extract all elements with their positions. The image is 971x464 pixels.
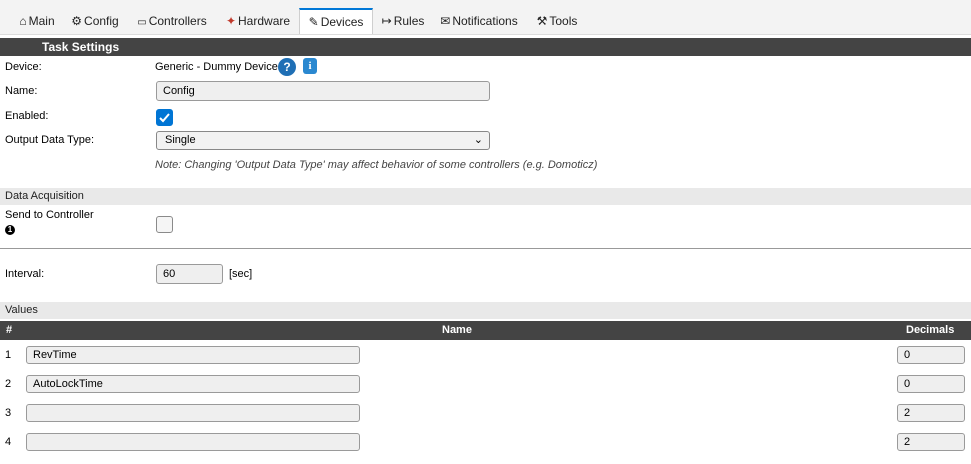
interval-unit: [sec] — [229, 268, 253, 280]
tab-label: Rules — [393, 14, 425, 28]
checkmark-icon — [159, 113, 170, 123]
col-num: # — [6, 324, 13, 336]
gear-icon: ⚙ — [71, 14, 83, 28]
tab-label: Main — [28, 14, 55, 28]
value-name-input[interactable]: AutoLockTime — [26, 375, 360, 393]
divider — [0, 248, 971, 249]
row-number: 3 — [5, 407, 12, 419]
pencil-icon: ✎ — [308, 15, 319, 29]
tab-label: Config — [84, 14, 119, 28]
arrow-icon: ↦ — [381, 14, 392, 28]
col-name: Name — [442, 324, 472, 336]
section-title: Values — [5, 304, 38, 316]
device-value: Generic - Dummy Device — [155, 61, 278, 73]
envelope-icon: ✉ — [440, 14, 451, 28]
output-type-value: Single — [165, 134, 196, 146]
value-decimals-input[interactable]: 2 — [897, 404, 965, 422]
tab-notifications[interactable]: ✉ Notifications — [438, 9, 520, 33]
info-icon[interactable]: i — [303, 58, 317, 74]
tab-bar: ⌂ Main ⚙ Config ▭ Controllers ✦ Hardware ✎ De… — [0, 0, 971, 35]
value-decimals-input[interactable]: 0 — [897, 375, 965, 393]
interval-input[interactable]: 60 — [156, 264, 223, 284]
name-label: Name: — [5, 85, 38, 97]
controller-number-icon: 1 — [5, 225, 15, 235]
values-header: Values — [0, 302, 971, 319]
tab-label: Notifications — [452, 14, 518, 28]
enabled-checkbox[interactable] — [156, 109, 173, 126]
tab-rules[interactable]: ↦ Rules — [380, 9, 426, 33]
pin-icon: ✦ — [225, 14, 237, 28]
wrench-icon: ⚒ — [536, 14, 548, 28]
output-type-select[interactable]: Single ⌄ — [156, 131, 490, 150]
tab-label: Controllers — [148, 14, 207, 28]
value-decimals-input[interactable]: 0 — [897, 346, 965, 364]
row-number: 4 — [5, 436, 12, 448]
data-acquisition-header: Data Acquisition — [0, 188, 971, 205]
task-settings-header: Task Settings — [0, 38, 971, 56]
name-input[interactable]: Config — [156, 81, 490, 101]
tab-main[interactable]: ⌂ Main — [14, 9, 60, 33]
interval-label: Interval: — [5, 268, 45, 280]
chevron-down-icon: ⌄ — [473, 134, 483, 146]
tab-config[interactable]: ⚙ Config — [66, 9, 124, 33]
send-to-controller-checkbox[interactable] — [156, 216, 173, 233]
output-type-note: Note: Changing 'Output Data Type' may af… — [155, 159, 598, 171]
row-number: 1 — [5, 349, 12, 361]
device-label: Device: — [5, 61, 42, 73]
value-name-input[interactable]: RevTime — [26, 346, 360, 364]
tab-devices[interactable]: ✎ Devices — [299, 8, 373, 34]
row-number: 2 — [5, 378, 12, 390]
value-name-input[interactable] — [26, 433, 360, 451]
enabled-label: Enabled: — [5, 110, 49, 122]
tab-controllers[interactable]: ▭ Controllers — [132, 9, 212, 33]
tab-label: Hardware — [238, 14, 291, 28]
values-table-header: # Name Decimals — [0, 321, 971, 340]
tab-label: Devices — [320, 15, 364, 29]
tab-label: Tools — [549, 14, 578, 28]
value-name-input[interactable] — [26, 404, 360, 422]
tab-tools[interactable]: ⚒ Tools — [534, 9, 580, 33]
col-decimals: Decimals — [906, 324, 955, 336]
value-decimals-input[interactable]: 2 — [897, 433, 965, 451]
output-type-label: Output Data Type: — [5, 134, 95, 146]
section-title: Task Settings — [42, 40, 120, 54]
send-to-controller-label: Send to Controller — [5, 209, 94, 221]
chat-icon: ▭ — [137, 17, 147, 28]
tab-hardware[interactable]: ✦ Hardware — [222, 9, 294, 33]
home-icon: ⌂ — [19, 14, 27, 28]
section-title: Data Acquisition — [5, 190, 84, 202]
help-icon[interactable]: ? — [278, 58, 296, 76]
